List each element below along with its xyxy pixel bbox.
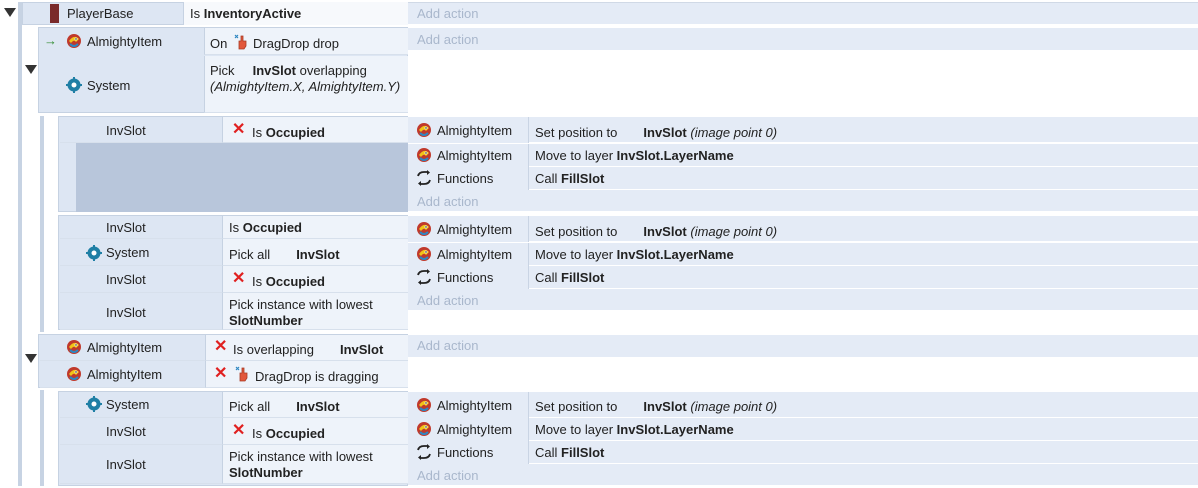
add-action-link[interactable]: Add action (417, 293, 478, 309)
action-object[interactable]: AlmightyItem (437, 398, 512, 414)
almighty-item-icon (416, 246, 432, 262)
condition-text[interactable]: DragDrop is dragging (255, 369, 379, 385)
action-text[interactable]: Move to layer InvSlot.LayerName (535, 148, 734, 164)
almighty-item-icon (416, 397, 432, 413)
invert-x-icon: ✕ (232, 270, 246, 287)
almighty-item-icon (416, 421, 432, 437)
gear-icon (86, 245, 102, 261)
actions-row (408, 335, 1198, 358)
functions-icon (416, 170, 432, 186)
condition-object[interactable]: AlmightyItem (87, 367, 162, 383)
action-object[interactable]: AlmightyItem (437, 422, 512, 438)
action-object[interactable]: Functions (437, 270, 493, 286)
add-action-link[interactable]: Add action (417, 32, 478, 48)
condition-object[interactable]: InvSlot (106, 424, 146, 440)
actions-row (408, 190, 1198, 212)
add-action-link[interactable]: Add action (417, 468, 478, 484)
condition-object[interactable]: AlmightyItem (87, 340, 162, 356)
functions-icon (416, 444, 432, 460)
condition-object[interactable]: InvSlot (106, 220, 146, 236)
condition-text[interactable]: Pick all InvSlot (229, 399, 340, 415)
condition-text[interactable]: Pick InvSlot overlapping (AlmightyItem.X… (210, 63, 402, 95)
action-object[interactable]: Functions (437, 171, 493, 187)
condition-text[interactable]: Is Occupied (252, 426, 325, 442)
action-text[interactable]: Set position to InvSlot (image point 0) (535, 125, 777, 141)
actions-row (408, 289, 1198, 311)
condition-text[interactable]: Pick all InvSlot (229, 247, 340, 263)
event-rail (40, 116, 44, 332)
almighty-item-icon (416, 122, 432, 138)
actions-row (408, 464, 1198, 486)
condition-text[interactable]: On (210, 36, 227, 52)
action-text[interactable]: Call FillSlot (535, 171, 604, 187)
functions-icon (416, 269, 432, 285)
action-text[interactable]: Set position to InvSlot (image point 0) (535, 224, 777, 240)
condition-object[interactable]: System (87, 78, 130, 94)
almighty-item-icon (66, 339, 82, 355)
action-object[interactable]: AlmightyItem (437, 148, 512, 164)
action-text[interactable]: Set position to InvSlot (image point 0) (535, 399, 777, 415)
action-object[interactable]: Functions (437, 445, 493, 461)
add-action-link[interactable]: Add action (417, 6, 478, 22)
dragdrop-icon (234, 34, 250, 50)
collapse-toggle-icon[interactable] (4, 8, 16, 17)
almighty-item-icon (66, 33, 82, 49)
condition-text[interactable]: Is Occupied (229, 220, 302, 236)
invert-x-icon: ✕ (232, 422, 246, 439)
condition-object[interactable]: System (106, 245, 149, 261)
collapse-toggle-icon[interactable] (25, 354, 37, 363)
condition-object[interactable]: InvSlot (106, 457, 146, 473)
condition-object[interactable]: InvSlot (106, 272, 146, 288)
condition-text[interactable]: Is overlapping InvSlot (233, 342, 383, 358)
condition-text[interactable]: Pick instance with lowest SlotNumber (229, 297, 373, 329)
group-color-bar (50, 4, 59, 23)
condition-text[interactable]: Is Occupied (252, 125, 325, 141)
action-text[interactable]: Move to layer InvSlot.LayerName (535, 247, 734, 263)
event-rail (40, 390, 44, 486)
actions-row (408, 28, 1198, 51)
invert-x-icon: ✕ (214, 365, 228, 382)
condition-text[interactable]: Pick instance with lowest SlotNumber (229, 449, 373, 481)
subevent-empty-area (76, 143, 408, 212)
condition-object[interactable]: InvSlot (106, 123, 146, 139)
add-action-link[interactable]: Add action (417, 194, 478, 210)
action-object[interactable]: AlmightyItem (437, 123, 512, 139)
gear-icon (86, 396, 102, 412)
invert-x-icon: ✕ (232, 121, 246, 138)
almighty-item-icon (66, 366, 82, 382)
condition-object[interactable]: PlayerBase (67, 6, 133, 22)
condition-object[interactable]: AlmightyItem (87, 34, 162, 50)
action-text[interactable]: Call FillSlot (535, 445, 604, 461)
action-object[interactable]: AlmightyItem (437, 222, 512, 238)
condition-object[interactable]: System (106, 397, 149, 413)
collapse-toggle-icon[interactable] (25, 65, 37, 74)
invert-x-icon: ✕ (214, 338, 228, 355)
almighty-item-icon (416, 147, 432, 163)
condition-text[interactable]: Is InventoryActive (190, 6, 301, 22)
condition-text[interactable]: Is Occupied (252, 274, 325, 290)
gear-icon (66, 77, 82, 93)
condition-text[interactable]: DragDrop drop (253, 36, 339, 52)
condition-object[interactable]: InvSlot (106, 305, 146, 321)
almighty-item-icon (416, 221, 432, 237)
actions-row (408, 2, 1198, 25)
action-text[interactable]: Move to layer InvSlot.LayerName (535, 422, 734, 438)
event-rail (18, 2, 22, 486)
trigger-arrow-icon: → (44, 33, 57, 48)
action-text[interactable]: Call FillSlot (535, 270, 604, 286)
dragdrop-icon (235, 366, 251, 382)
add-action-link[interactable]: Add action (417, 338, 478, 354)
action-object[interactable]: AlmightyItem (437, 247, 512, 263)
